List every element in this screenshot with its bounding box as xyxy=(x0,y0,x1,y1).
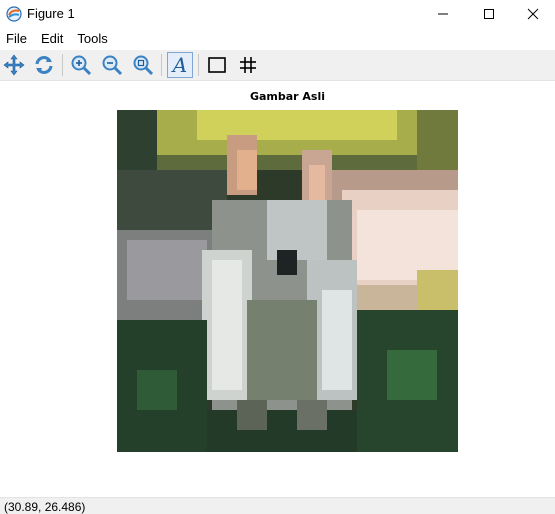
menu-bar: File Edit Tools xyxy=(0,28,555,50)
rectangle-button[interactable] xyxy=(204,52,230,78)
plot-title: Gambar Asli xyxy=(249,90,326,103)
grid-button[interactable] xyxy=(235,52,261,78)
maximize-icon xyxy=(484,9,494,19)
app-icon xyxy=(6,6,22,22)
pan-icon xyxy=(3,54,25,76)
minimize-button[interactable] xyxy=(420,0,466,28)
zoom-fit-icon xyxy=(133,55,154,76)
rectangle-icon xyxy=(208,57,226,73)
toolbar-separator xyxy=(161,54,162,76)
window-title: Figure 1 xyxy=(27,6,75,21)
zoom-in-icon xyxy=(71,55,92,76)
menu-tools[interactable]: Tools xyxy=(70,28,114,50)
grid-icon xyxy=(240,57,256,73)
toolbar: A xyxy=(0,50,555,81)
toolbar-separator xyxy=(198,54,199,76)
status-bar: (30.89, 26.486) xyxy=(0,497,555,514)
rabbit-photo-image xyxy=(117,110,458,452)
zoom-fit-button[interactable] xyxy=(130,52,156,78)
zoom-in-button[interactable] xyxy=(68,52,94,78)
image-display[interactable] xyxy=(117,110,458,452)
menu-file[interactable]: File xyxy=(0,28,34,50)
close-icon xyxy=(527,8,539,20)
toolbar-separator xyxy=(62,54,63,76)
text-style-icon: A xyxy=(172,53,188,77)
maximize-button[interactable] xyxy=(466,0,512,28)
zoom-out-icon xyxy=(102,55,123,76)
zoom-out-button[interactable] xyxy=(99,52,125,78)
menu-edit[interactable]: Edit xyxy=(34,28,70,50)
text-style-button[interactable]: A xyxy=(167,52,193,78)
refresh-button[interactable] xyxy=(31,52,57,78)
refresh-icon xyxy=(35,56,53,74)
close-button[interactable] xyxy=(511,0,555,28)
minimize-icon xyxy=(438,13,448,15)
title-bar: Figure 1 xyxy=(0,0,555,28)
pan-button[interactable] xyxy=(1,52,27,78)
cursor-coordinates: (30.89, 26.486) xyxy=(4,500,86,514)
